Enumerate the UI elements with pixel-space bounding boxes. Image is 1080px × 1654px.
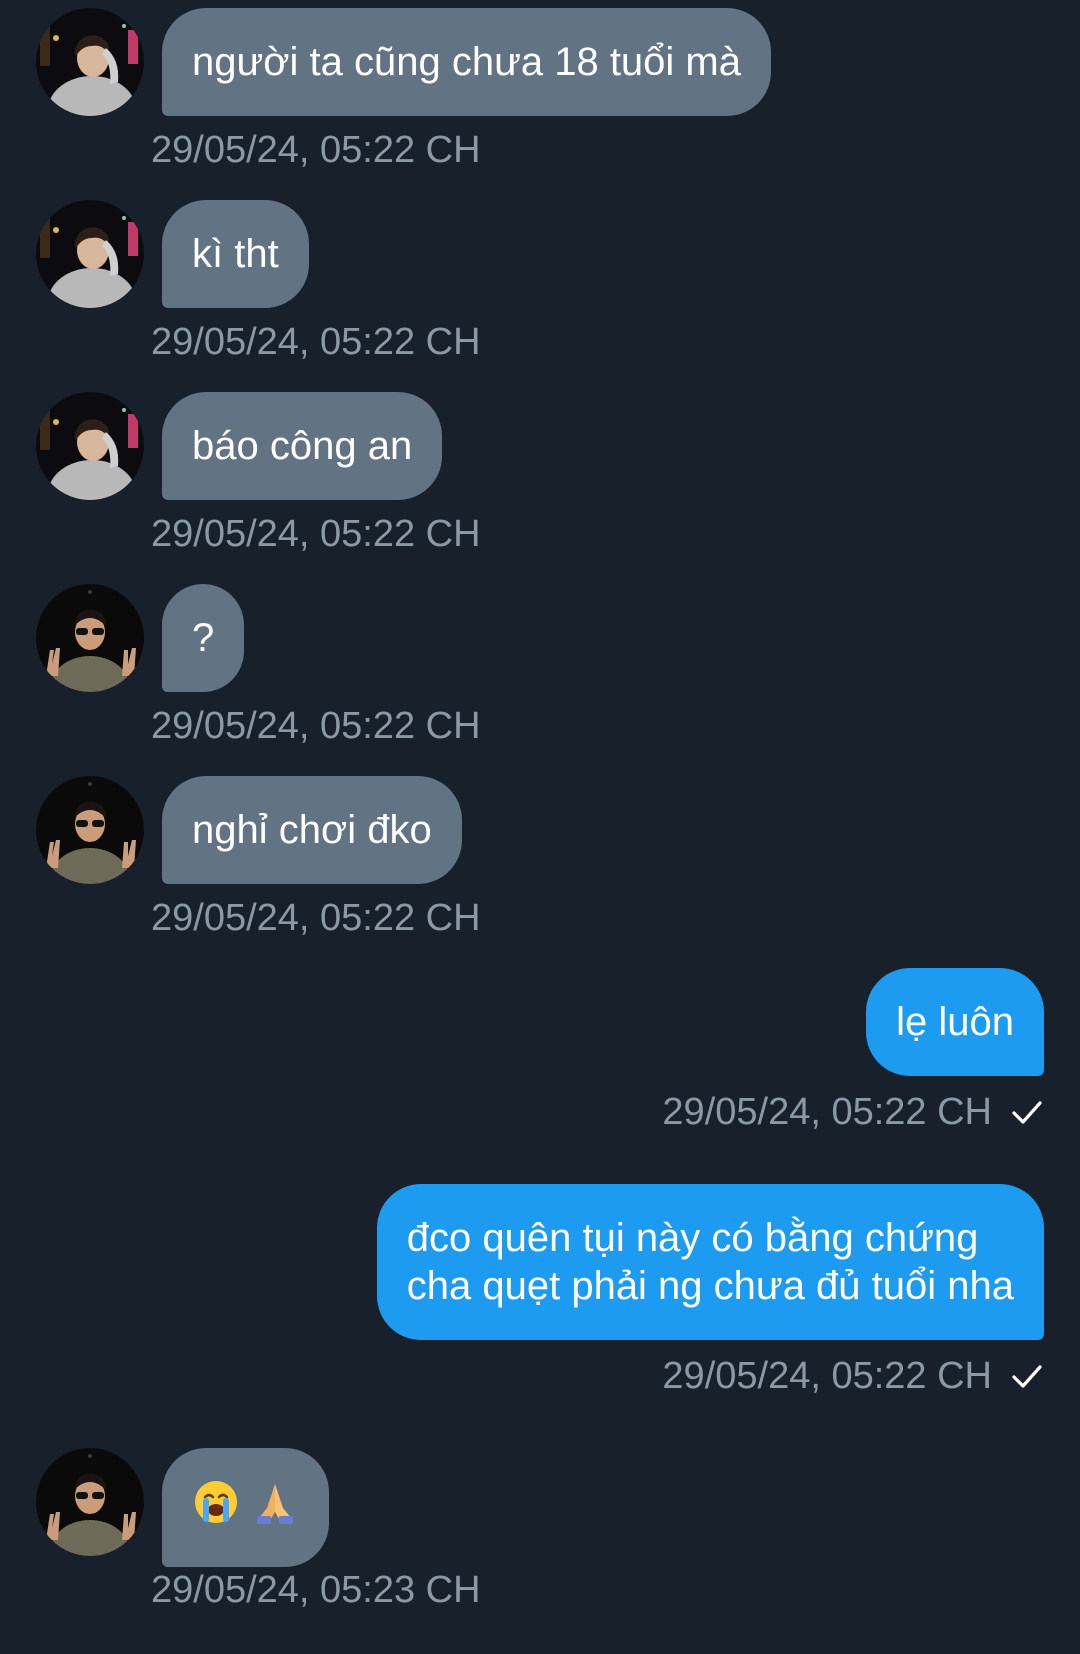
message-timestamp: 29/05/24, 05:22 CH <box>662 1090 1044 1134</box>
message-text-line: đco quên tụi này có bằng chứng <box>406 1216 979 1260</box>
message-text: nghỉ chơi đko <box>192 808 432 852</box>
folded-hands-icon <box>251 1478 299 1537</box>
message-bubble[interactable] <box>162 1448 330 1567</box>
chat-thread: người ta cũng chưa 18 tuổi mà 29/05/24, … <box>0 0 1080 1654</box>
message-bubble[interactable]: ? <box>162 584 245 692</box>
message-text: ? <box>192 616 215 660</box>
avatar[interactable] <box>36 776 144 884</box>
message-text: kì tht <box>192 232 279 276</box>
message-bubble[interactable]: kì tht <box>162 200 309 308</box>
avatar-peace-sign-icon <box>36 584 144 692</box>
check-icon <box>1010 1359 1044 1393</box>
avatar[interactable] <box>36 200 144 308</box>
avatar[interactable] <box>36 584 144 692</box>
check-icon <box>1010 1095 1044 1129</box>
avatar-hand-on-head-icon <box>36 392 144 500</box>
message-timestamp: 29/05/24, 05:22 CH <box>151 897 481 939</box>
avatar-hand-on-head-icon <box>36 8 144 116</box>
avatar-peace-sign-icon <box>36 776 144 884</box>
message-text: lẹ luôn <box>896 1000 1014 1044</box>
message-text-line: cha quẹt phải ng chưa đủ tuổi nha <box>406 1264 1014 1308</box>
message-timestamp: 29/05/24, 05:22 CH <box>151 129 481 171</box>
message-bubble[interactable]: người ta cũng chưa 18 tuổi mà <box>162 8 771 116</box>
message-bubble-outgoing[interactable]: đco quên tụi này có bằng chứng cha quẹt … <box>376 1184 1044 1340</box>
message-timestamp: 29/05/24, 05:23 CH <box>151 1569 481 1611</box>
avatar[interactable] <box>36 1448 144 1556</box>
message-timestamp: 29/05/24, 05:22 CH <box>151 513 481 555</box>
avatar[interactable] <box>36 392 144 500</box>
timestamp-text: 29/05/24, 05:22 CH <box>662 1355 992 1397</box>
message-bubble[interactable]: báo công an <box>162 392 443 500</box>
message-timestamp: 29/05/24, 05:22 CH <box>151 705 481 747</box>
message-text: báo công an <box>192 424 413 468</box>
message-bubble[interactable]: nghỉ chơi đko <box>162 776 462 884</box>
message-timestamp: 29/05/24, 05:22 CH <box>662 1354 1044 1398</box>
avatar-peace-sign-icon <box>36 1448 144 1556</box>
message-timestamp: 29/05/24, 05:22 CH <box>151 321 481 363</box>
timestamp-text: 29/05/24, 05:22 CH <box>662 1091 992 1133</box>
message-text: người ta cũng chưa 18 tuổi mà <box>192 40 741 84</box>
loudly-crying-face-icon <box>192 1478 240 1537</box>
avatar[interactable] <box>36 8 144 116</box>
avatar-hand-on-head-icon <box>36 200 144 308</box>
message-bubble-outgoing[interactable]: lẹ luôn <box>866 968 1044 1076</box>
